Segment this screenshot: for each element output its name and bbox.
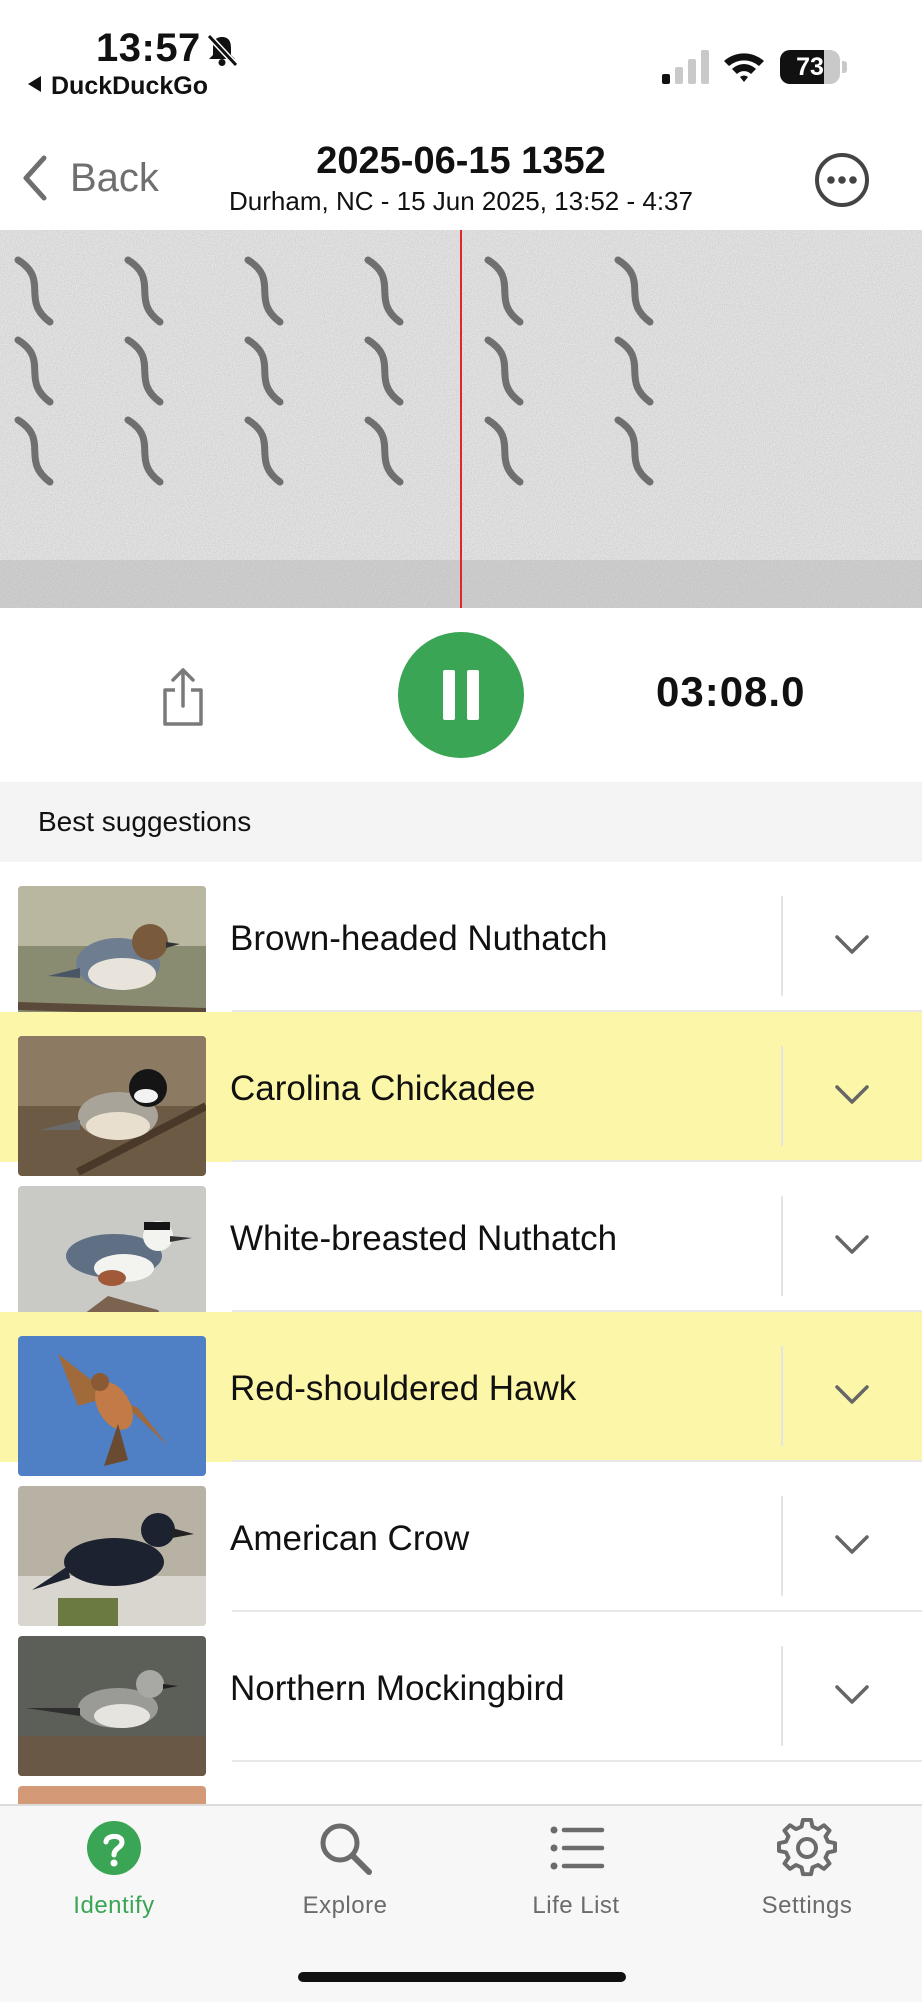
species-name: Northern Mockingbird	[230, 1669, 565, 1708]
playback-timer: 03:08.0	[656, 668, 806, 715]
tab-life-list[interactable]: Life List	[476, 1818, 676, 1920]
back-label: Back	[70, 155, 159, 200]
chevron-down-icon[interactable]	[834, 1684, 870, 1706]
pause-button[interactable]	[398, 632, 524, 758]
species-name: American Crow	[230, 1519, 470, 1558]
gear-icon	[777, 1818, 837, 1877]
chevron-down-icon[interactable]	[834, 1384, 870, 1406]
home-indicator[interactable]	[298, 1972, 626, 1982]
chevron-down-icon[interactable]	[834, 1534, 870, 1556]
tab-label: Explore	[302, 1892, 388, 1919]
back-triangle-icon	[28, 76, 41, 92]
bird-photo	[18, 886, 206, 1026]
species-name: Red-shouldered Hawk	[230, 1369, 577, 1408]
recording-subtitle: Durham, NC - 15 Jun 2025, 13:52 - 4:37	[229, 186, 693, 216]
tab-label: Life List	[532, 1892, 620, 1919]
share-icon[interactable]	[158, 666, 208, 728]
bird-photo	[18, 1036, 206, 1176]
cellular-signal-icon	[662, 50, 709, 84]
battery-percent: 73	[796, 53, 824, 81]
species-name: Brown-headed Nuthatch	[230, 919, 608, 958]
species-name: Carolina Chickadee	[230, 1069, 536, 1108]
bird-photo	[18, 1336, 206, 1476]
suggestion-row[interactable]: Brown-headed Nuthatch	[0, 862, 922, 1026]
suggestion-row[interactable]: Carolina Chickadee	[0, 1012, 922, 1176]
bird-photo	[18, 1486, 206, 1626]
suggestion-list: Brown-headed Nuthatch Carolina Chickadee	[0, 862, 922, 1804]
wifi-icon	[724, 53, 764, 82]
more-options-button[interactable]	[814, 152, 870, 208]
tab-label: Identify	[73, 1892, 155, 1919]
suggestion-row[interactable]: American Crow	[0, 1462, 922, 1626]
back-to-app-link[interactable]: DuckDuckGo	[28, 72, 208, 101]
tab-explore[interactable]: Explore	[245, 1818, 445, 1920]
spectrogram[interactable]	[0, 230, 922, 608]
chevron-down-icon[interactable]	[834, 934, 870, 956]
species-name: White-breasted Nuthatch	[230, 1219, 618, 1258]
chevron-down-icon[interactable]	[834, 1084, 870, 1106]
suggestion-row-partial[interactable]	[0, 1762, 922, 1804]
bird-photo	[18, 1636, 206, 1776]
bird-photo	[18, 1786, 206, 1804]
pause-icon	[443, 670, 455, 720]
section-header: Best suggestions	[0, 782, 922, 862]
suggestion-row[interactable]: Northern Mockingbird	[0, 1612, 922, 1776]
search-icon	[320, 1823, 372, 1875]
page-title: 2025-06-15 1352	[316, 140, 606, 182]
tab-label: Settings	[761, 1892, 853, 1919]
status-time: 13:57	[96, 26, 201, 70]
chevron-down-icon[interactable]	[834, 1234, 870, 1256]
playhead-marker[interactable]	[460, 230, 462, 608]
tab-settings[interactable]: Settings	[707, 1818, 907, 1920]
list-icon	[550, 1826, 605, 1870]
tab-identify[interactable]: Identify	[14, 1818, 214, 1920]
playback-controls: 03:08.0	[0, 608, 922, 782]
navigation-bar: Back 2025-06-15 1352 Durham, NC - 15 Jun…	[0, 110, 922, 230]
battery-indicator: 73	[780, 50, 848, 84]
suggestion-row[interactable]: Red-shouldered Hawk	[0, 1312, 922, 1476]
suggestion-row[interactable]: White-breasted Nuthatch	[0, 1162, 922, 1326]
section-title: Best suggestions	[38, 806, 252, 837]
bird-photo	[18, 1186, 206, 1326]
bell-slash-icon	[206, 33, 239, 68]
question-circle-icon	[87, 1821, 141, 1875]
chevron-left-icon	[23, 155, 47, 201]
back-app-label: DuckDuckGo	[51, 72, 208, 100]
back-button[interactable]: Back	[20, 154, 159, 202]
status-bar: 13:57 DuckDuckGo 73	[0, 0, 922, 110]
